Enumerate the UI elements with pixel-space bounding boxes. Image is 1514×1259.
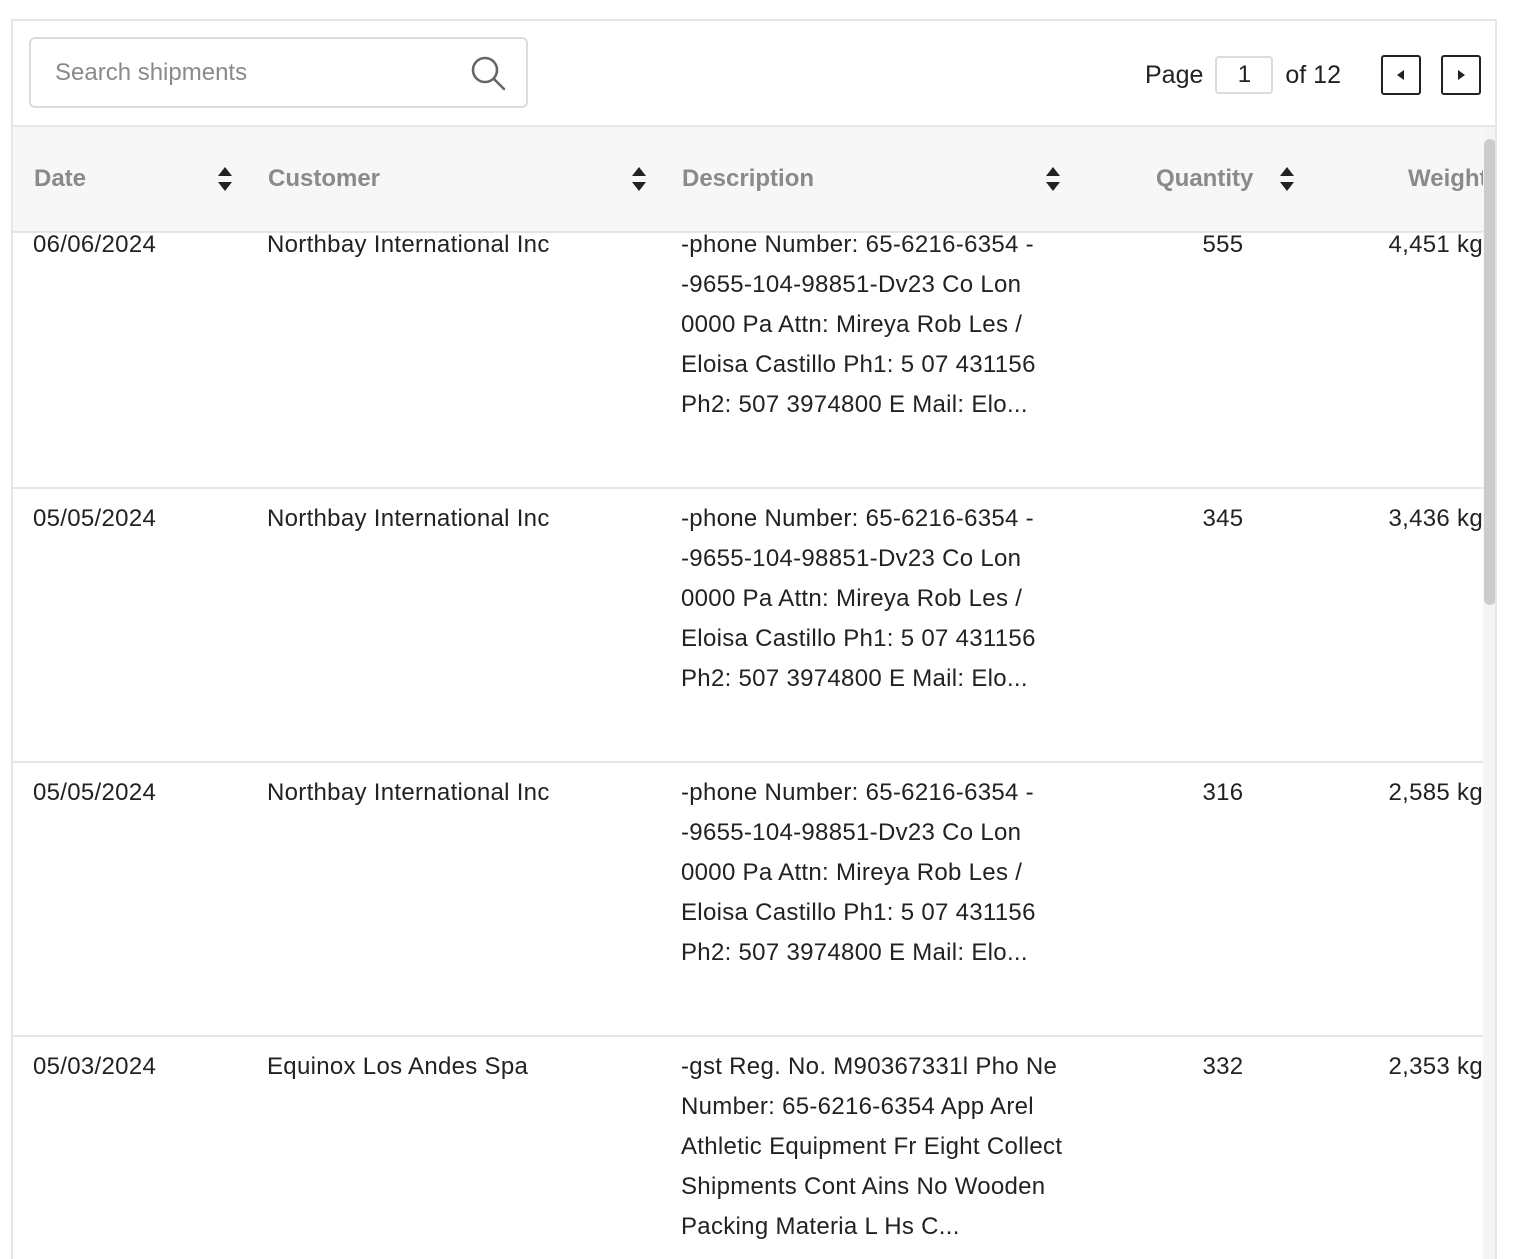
- shipments-panel: Page of 12 Date Customer Description: [11, 19, 1497, 1259]
- table-row[interactable]: 05/05/2024 Northbay International Inc -p…: [13, 763, 1483, 1037]
- next-page-button[interactable]: [1441, 55, 1481, 95]
- cell-description: -phone Number: 65-6216-6354 --9655-104-9…: [681, 233, 1036, 418]
- table-row[interactable]: 05/05/2024 Northbay International Inc -p…: [13, 489, 1483, 763]
- cell-customer: Northbay International Inc: [267, 233, 550, 258]
- vertical-scrollbar[interactable]: [1483, 127, 1495, 1259]
- column-header-weight[interactable]: Weight: [1408, 127, 1488, 231]
- pagination: Page of 12: [1145, 54, 1481, 96]
- cell-description: -phone Number: 65-6216-6354 --9655-104-9…: [681, 779, 1036, 966]
- cell-description: -gst Reg. No. M90367331l Pho Ne Number: …: [681, 1053, 1063, 1240]
- sort-icon[interactable]: [1044, 165, 1062, 193]
- search-input[interactable]: [31, 39, 451, 106]
- table-row[interactable]: 06/06/2024 Northbay International Inc -p…: [13, 233, 1483, 489]
- cell-weight: 4,451 kg: [1388, 233, 1483, 258]
- column-header-customer[interactable]: Customer: [268, 127, 380, 231]
- column-header-description[interactable]: Description: [682, 127, 814, 231]
- previous-page-button[interactable]: [1381, 55, 1421, 95]
- cell-weight: 2,585 kg: [1388, 779, 1483, 806]
- cell-description: -phone Number: 65-6216-6354 --9655-104-9…: [681, 505, 1036, 692]
- table-row[interactable]: 05/03/2024 Equinox Los Andes Spa -gst Re…: [13, 1037, 1483, 1259]
- caret-right-icon: [1458, 70, 1465, 80]
- scrollbar-thumb[interactable]: [1484, 139, 1495, 605]
- table-body: 06/06/2024 Northbay International Inc -p…: [13, 233, 1483, 1259]
- cell-date: 05/05/2024: [33, 779, 157, 806]
- cell-customer: Northbay International Inc: [267, 779, 550, 806]
- search-icon[interactable]: [470, 55, 506, 91]
- column-header-date[interactable]: Date: [34, 127, 86, 231]
- toolbar: Page of 12: [13, 21, 1495, 127]
- cell-weight: 3,436 kg: [1388, 505, 1483, 532]
- sort-icon[interactable]: [630, 165, 648, 193]
- page-label: Page: [1145, 60, 1204, 89]
- cell-date: 05/03/2024: [33, 1053, 157, 1080]
- sort-icon[interactable]: [216, 165, 234, 193]
- column-header-quantity[interactable]: Quantity: [1156, 127, 1253, 231]
- cell-customer: Northbay International Inc: [267, 505, 550, 532]
- cell-weight: 2,353 kg: [1388, 1053, 1483, 1080]
- cell-quantity: 555: [1202, 233, 1244, 258]
- cell-quantity: 316: [1202, 779, 1244, 806]
- table-header: Date Customer Description Quantity Weigh…: [13, 127, 1488, 233]
- caret-left-icon: [1397, 70, 1404, 80]
- page-number-input[interactable]: [1215, 56, 1274, 94]
- table-rows: 06/06/2024 Northbay International Inc -p…: [13, 233, 1483, 1259]
- cell-customer: Equinox Los Andes Spa: [267, 1053, 529, 1080]
- sort-icon[interactable]: [1278, 165, 1296, 193]
- total-pages-label: of 12: [1285, 60, 1341, 89]
- cell-quantity: 332: [1202, 1053, 1244, 1080]
- cell-quantity: 345: [1202, 505, 1244, 532]
- cell-date: 06/06/2024: [33, 233, 157, 258]
- cell-date: 05/05/2024: [33, 505, 157, 532]
- search-box[interactable]: [29, 37, 528, 108]
